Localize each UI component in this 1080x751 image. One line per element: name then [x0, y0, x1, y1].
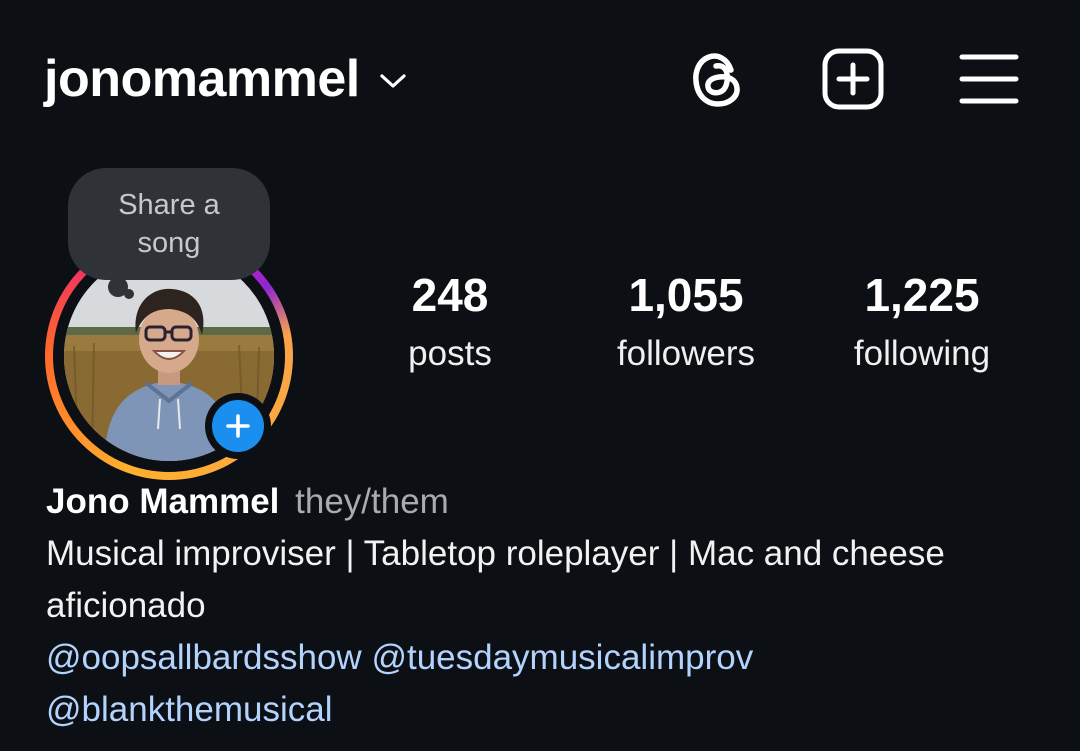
bio-text: Musical improviser | Tabletop roleplayer…	[46, 534, 945, 625]
mention-link[interactable]: @tuesdaymusicalimprov	[371, 638, 753, 677]
account-switcher[interactable]: jonomammel	[44, 48, 408, 110]
menu-button[interactable]	[956, 46, 1022, 112]
mention-link[interactable]: @blankthemusical	[46, 690, 333, 729]
bio-mentions: @oopsallbardsshow @tuesdaymusicalimprov …	[46, 632, 946, 736]
menu-icon	[959, 54, 1019, 104]
threads-button[interactable]	[684, 46, 750, 112]
full-name: Jono Mammel	[46, 482, 280, 521]
note-bubble[interactable]: Share a song	[68, 168, 270, 280]
username: jonomammel	[44, 50, 360, 108]
following-label: following	[853, 334, 991, 373]
create-post-button[interactable]	[820, 46, 886, 112]
threads-icon	[693, 53, 740, 107]
profile-bio: Jono Mammel they/them Musical improviser…	[46, 478, 1056, 736]
note-tail-small	[124, 289, 134, 299]
posts-label: posts	[408, 334, 492, 373]
posts-count: 248	[411, 269, 489, 321]
posts-stat[interactable]: 248 posts	[385, 266, 515, 384]
followers-stat[interactable]: 1,055 followers	[586, 266, 786, 384]
plus-icon	[226, 414, 250, 438]
followers-label: followers	[616, 334, 756, 373]
pronouns: they/them	[295, 482, 449, 521]
create-post-icon	[822, 48, 884, 110]
following-stat[interactable]: 1,225 following	[822, 266, 1022, 384]
mention-link[interactable]: @oopsallbardsshow	[46, 638, 362, 677]
add-story-badge	[212, 400, 264, 452]
followers-count: 1,055	[628, 269, 744, 321]
following-count: 1,225	[864, 269, 980, 321]
chevron-down-icon	[380, 74, 406, 88]
add-story-border	[209, 397, 267, 455]
add-story-button[interactable]	[205, 393, 271, 459]
name-line: Jono Mammel they/them	[46, 478, 1056, 526]
note-text: Share a song	[118, 189, 220, 259]
